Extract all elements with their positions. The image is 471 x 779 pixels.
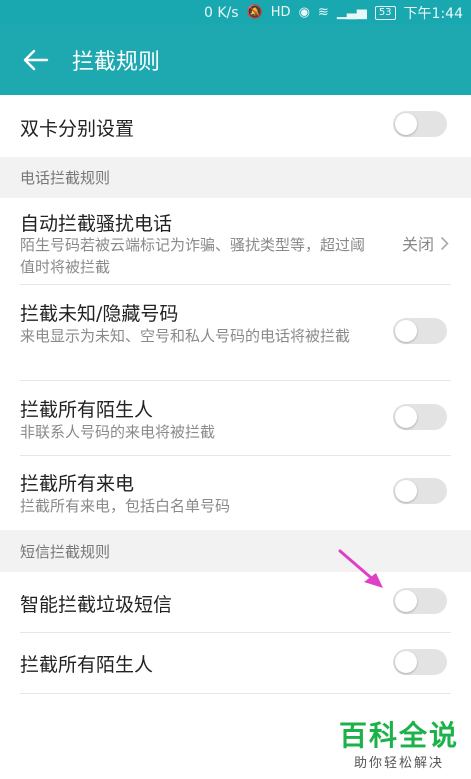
spam-sms-toggle[interactable]: [393, 588, 447, 614]
dual-sim-row[interactable]: 双卡分别设置: [0, 95, 471, 157]
section-header-call: 电话拦截规则: [0, 157, 471, 198]
block-all-calls-row[interactable]: 拦截所有来电 拦截所有来电，包括白名单号码: [0, 456, 471, 530]
block-strangers-sms-toggle[interactable]: [393, 649, 447, 675]
net-speed: 0 K/s: [204, 4, 239, 21]
section-header-sms: 短信拦截规则: [0, 530, 471, 572]
block-strangers-sms-row[interactable]: 拦截所有陌生人: [0, 633, 471, 693]
dual-sim-label: 双卡分别设置: [20, 118, 135, 140]
block-strangers-call-toggle[interactable]: [393, 404, 447, 430]
battery-icon: 53: [374, 5, 396, 20]
block-all-calls-toggle[interactable]: [393, 478, 447, 504]
section-title-call: 电话拦截规则: [20, 169, 111, 187]
toggle-knob: [395, 113, 417, 135]
auto-block-desc: 陌生号码若被云端标记为诈骗、骚扰类型等，超过阈值时将被拦截: [20, 236, 366, 276]
toggle-knob: [395, 651, 417, 673]
watermark-sub: 助你轻松解决: [353, 756, 444, 771]
chevron-right-icon: [440, 236, 449, 250]
auto-block-row[interactable]: 自动拦截骚扰电话 陌生号码若被云端标记为诈骗、骚扰类型等，超过阈值时将被拦截 关…: [0, 198, 471, 284]
dual-sim-toggle[interactable]: [393, 111, 447, 137]
status-bar: 0 K/s 🔕 HD ◉ ≋ ▁▃▅ 53 下午1:44: [0, 0, 471, 25]
app-bar: 拦截规则: [0, 25, 471, 95]
signal-icon: ▁▃▅: [336, 5, 367, 20]
auto-block-value-text: 关闭: [401, 235, 434, 254]
block-strangers-call-desc: 非联系人号码的来电将被拦截: [20, 423, 216, 441]
unknown-number-label: 拦截未知/隐藏号码: [20, 303, 179, 325]
section-title-sms: 短信拦截规则: [20, 542, 111, 561]
auto-block-value[interactable]: 关闭: [402, 231, 449, 255]
toggle-knob: [395, 320, 417, 342]
unknown-number-desc: 来电显示为未知、空号和私人号码的电话将被拦截: [20, 327, 351, 345]
block-all-calls-label: 拦截所有来电: [20, 473, 135, 495]
toggle-knob: [395, 406, 417, 428]
back-button[interactable]: [0, 25, 72, 95]
page-title: 拦截规则: [72, 50, 161, 75]
toggle-knob: [395, 480, 417, 502]
wifi-icon: ≋: [317, 5, 329, 20]
hd-icon: HD: [270, 5, 291, 20]
block-strangers-call-row[interactable]: 拦截所有陌生人 非联系人号码的来电将被拦截: [0, 381, 471, 455]
unknown-number-row[interactable]: 拦截未知/隐藏号码 来电显示为未知、空号和私人号码的电话将被拦截: [0, 285, 471, 380]
block-strangers-sms-label: 拦截所有陌生人: [20, 654, 154, 676]
annotation-arrow-icon: [338, 549, 383, 588]
watermark-main: 百科全说: [338, 719, 459, 752]
spam-sms-label: 智能拦截垃圾短信: [20, 594, 173, 616]
spam-sms-row[interactable]: 智能拦截垃圾短信: [0, 572, 471, 632]
clock: 下午1:44: [403, 5, 463, 22]
arrow-left-icon: [23, 49, 49, 71]
divider: [20, 693, 451, 694]
unknown-number-toggle[interactable]: [393, 318, 447, 344]
block-all-calls-desc: 拦截所有来电，包括白名单号码: [20, 497, 231, 515]
mute-icon: 🔕: [246, 5, 263, 20]
auto-block-label: 自动拦截骚扰电话: [20, 213, 173, 235]
watermark-logo: 百科全说 助你轻松解决: [338, 719, 459, 772]
toggle-knob: [395, 590, 417, 612]
block-strangers-call-label: 拦截所有陌生人: [20, 399, 154, 421]
eye-icon: ◉: [298, 5, 310, 20]
